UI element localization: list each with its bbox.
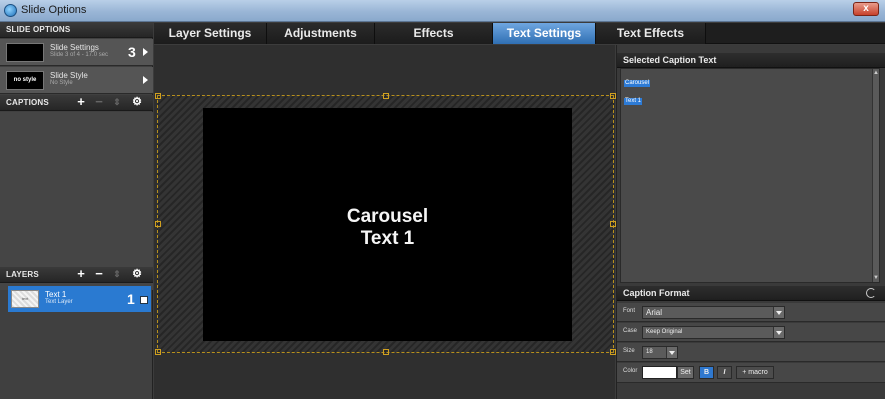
text-settings-panel: Selected Caption Text Carousel Text 1 ▲ … <box>616 45 885 399</box>
layer-thumbnail: text <box>11 290 39 308</box>
slide-settings-subtitle: Slide 3 of 4 - 17.0 sec <box>50 52 109 58</box>
window-title: Slide Options <box>21 4 87 16</box>
slide-settings-row[interactable]: Slide Settings Slide 3 of 4 - 17.0 sec 3 <box>0 39 153 66</box>
captions-header: CAPTIONS + − ⇕ ⚙ <box>0 95 153 111</box>
layer-title: Text 1 <box>45 290 67 299</box>
tab-bar: Layer Settings Adjustments Effects Text … <box>154 23 885 44</box>
style-thumbnail: no style <box>6 71 44 90</box>
layer-number: 1 <box>127 291 135 307</box>
chevron-right-icon[interactable] <box>143 48 148 56</box>
canvas-area: Carousel Text 1 <box>154 45 616 399</box>
layer-gear-icon[interactable]: ⚙ <box>130 267 144 282</box>
chevron-right-icon[interactable] <box>143 76 148 84</box>
slide-options-label: SLIDE OPTIONS <box>6 25 71 34</box>
chevron-down-icon[interactable] <box>773 327 784 338</box>
captions-label: CAPTIONS <box>6 98 49 107</box>
caption-gear-icon[interactable]: ⚙ <box>130 95 144 110</box>
sidebar: SLIDE OPTIONS Slide Settings Slide 3 of … <box>0 23 153 399</box>
selected-caption-header: Selected Caption Text <box>617 53 885 68</box>
slide-number: 3 <box>128 44 136 60</box>
macro-button[interactable]: + macro <box>736 366 774 379</box>
selected-text-line-2: Text 1 <box>624 98 643 105</box>
caption-line-1: Carousel <box>346 206 429 227</box>
tab-effects[interactable]: Effects <box>375 23 493 44</box>
case-value: Keep Original <box>646 329 683 335</box>
font-value: Arial <box>646 308 663 317</box>
tab-adjustments[interactable]: Adjustments <box>267 23 375 44</box>
slide-style-title: Slide Style <box>50 71 88 80</box>
font-label: Font <box>623 308 636 314</box>
caption-format-label: Caption Format <box>623 288 690 298</box>
size-label: Size <box>623 348 635 354</box>
text-editor-scrollbar[interactable]: ▲ ▼ <box>872 69 879 282</box>
set-color-button[interactable]: Set <box>677 366 694 379</box>
case-row: Case Keep Original <box>617 323 885 342</box>
scroll-up-icon[interactable]: ▲ <box>873 70 879 76</box>
slide-preview[interactable]: Carousel Text 1 <box>203 108 572 341</box>
case-label: Case <box>623 328 638 334</box>
tab-text-effects[interactable]: Text Effects <box>596 23 706 44</box>
resize-handle[interactable] <box>155 221 161 227</box>
layers-header: LAYERS + − ⇕ ⚙ <box>0 267 153 283</box>
size-select[interactable]: 18 <box>642 346 678 359</box>
tab-layer-settings[interactable]: Layer Settings <box>154 23 267 44</box>
slide-options-window: Slide Options x SLIDE OPTIONS Slide Sett… <box>0 0 885 399</box>
caption-text[interactable]: Carousel Text 1 <box>203 206 572 250</box>
title-bar: Slide Options x <box>0 0 885 22</box>
resize-handle[interactable] <box>383 93 389 99</box>
slide-settings-title: Slide Settings <box>50 43 99 52</box>
color-label: Color <box>623 368 638 374</box>
remove-caption-icon[interactable]: − <box>92 95 106 110</box>
color-swatch[interactable] <box>642 366 677 379</box>
size-value: 18 <box>646 349 653 355</box>
remove-layer-icon[interactable]: − <box>92 267 106 282</box>
font-row: Font Arial <box>617 303 885 322</box>
case-select[interactable]: Keep Original <box>642 326 785 339</box>
chevron-down-icon[interactable] <box>666 347 677 358</box>
add-caption-icon[interactable]: + <box>74 95 88 110</box>
layer-visibility-checkbox[interactable] <box>140 296 148 304</box>
selected-text-line-1: Carousel <box>624 80 651 87</box>
stage-safe-zone[interactable]: Carousel Text 1 <box>155 93 616 355</box>
resize-handle[interactable] <box>155 349 161 355</box>
slide-options-header: SLIDE OPTIONS <box>0 23 153 38</box>
tab-text-settings[interactable]: Text Settings <box>493 23 596 44</box>
reset-icon[interactable] <box>866 288 876 298</box>
chevron-down-icon[interactable] <box>773 307 784 318</box>
move-caption-icon[interactable]: ⇕ <box>110 95 124 110</box>
move-layer-icon[interactable]: ⇕ <box>110 267 124 282</box>
slide-style-subtitle: No Style <box>50 80 73 86</box>
slide-thumbnail <box>6 43 44 62</box>
italic-button[interactable]: I <box>717 366 732 379</box>
resize-handle[interactable] <box>155 93 161 99</box>
caption-line-2: Text 1 <box>360 228 415 249</box>
size-row: Size 18 <box>617 343 885 362</box>
caption-text-editor[interactable]: Carousel Text 1 ▲ ▼ <box>620 68 880 283</box>
captions-list <box>0 112 153 290</box>
color-row: Color Set B I + macro <box>617 363 885 383</box>
scroll-down-icon[interactable]: ▼ <box>873 275 879 281</box>
close-button[interactable]: x <box>853 2 879 16</box>
add-layer-icon[interactable]: + <box>74 267 88 282</box>
bold-button[interactable]: B <box>699 366 714 379</box>
selected-caption-label: Selected Caption Text <box>623 55 717 65</box>
slide-style-row[interactable]: no style Slide Style No Style <box>0 67 153 94</box>
font-select[interactable]: Arial <box>642 306 785 319</box>
layers-label: LAYERS <box>6 270 39 279</box>
app-icon <box>4 4 17 17</box>
resize-handle[interactable] <box>383 349 389 355</box>
layer-subtitle: Text Layer <box>45 299 73 305</box>
caption-format-header: Caption Format <box>617 286 885 301</box>
layer-item[interactable]: text Text 1 Text Layer 1 <box>8 286 151 312</box>
